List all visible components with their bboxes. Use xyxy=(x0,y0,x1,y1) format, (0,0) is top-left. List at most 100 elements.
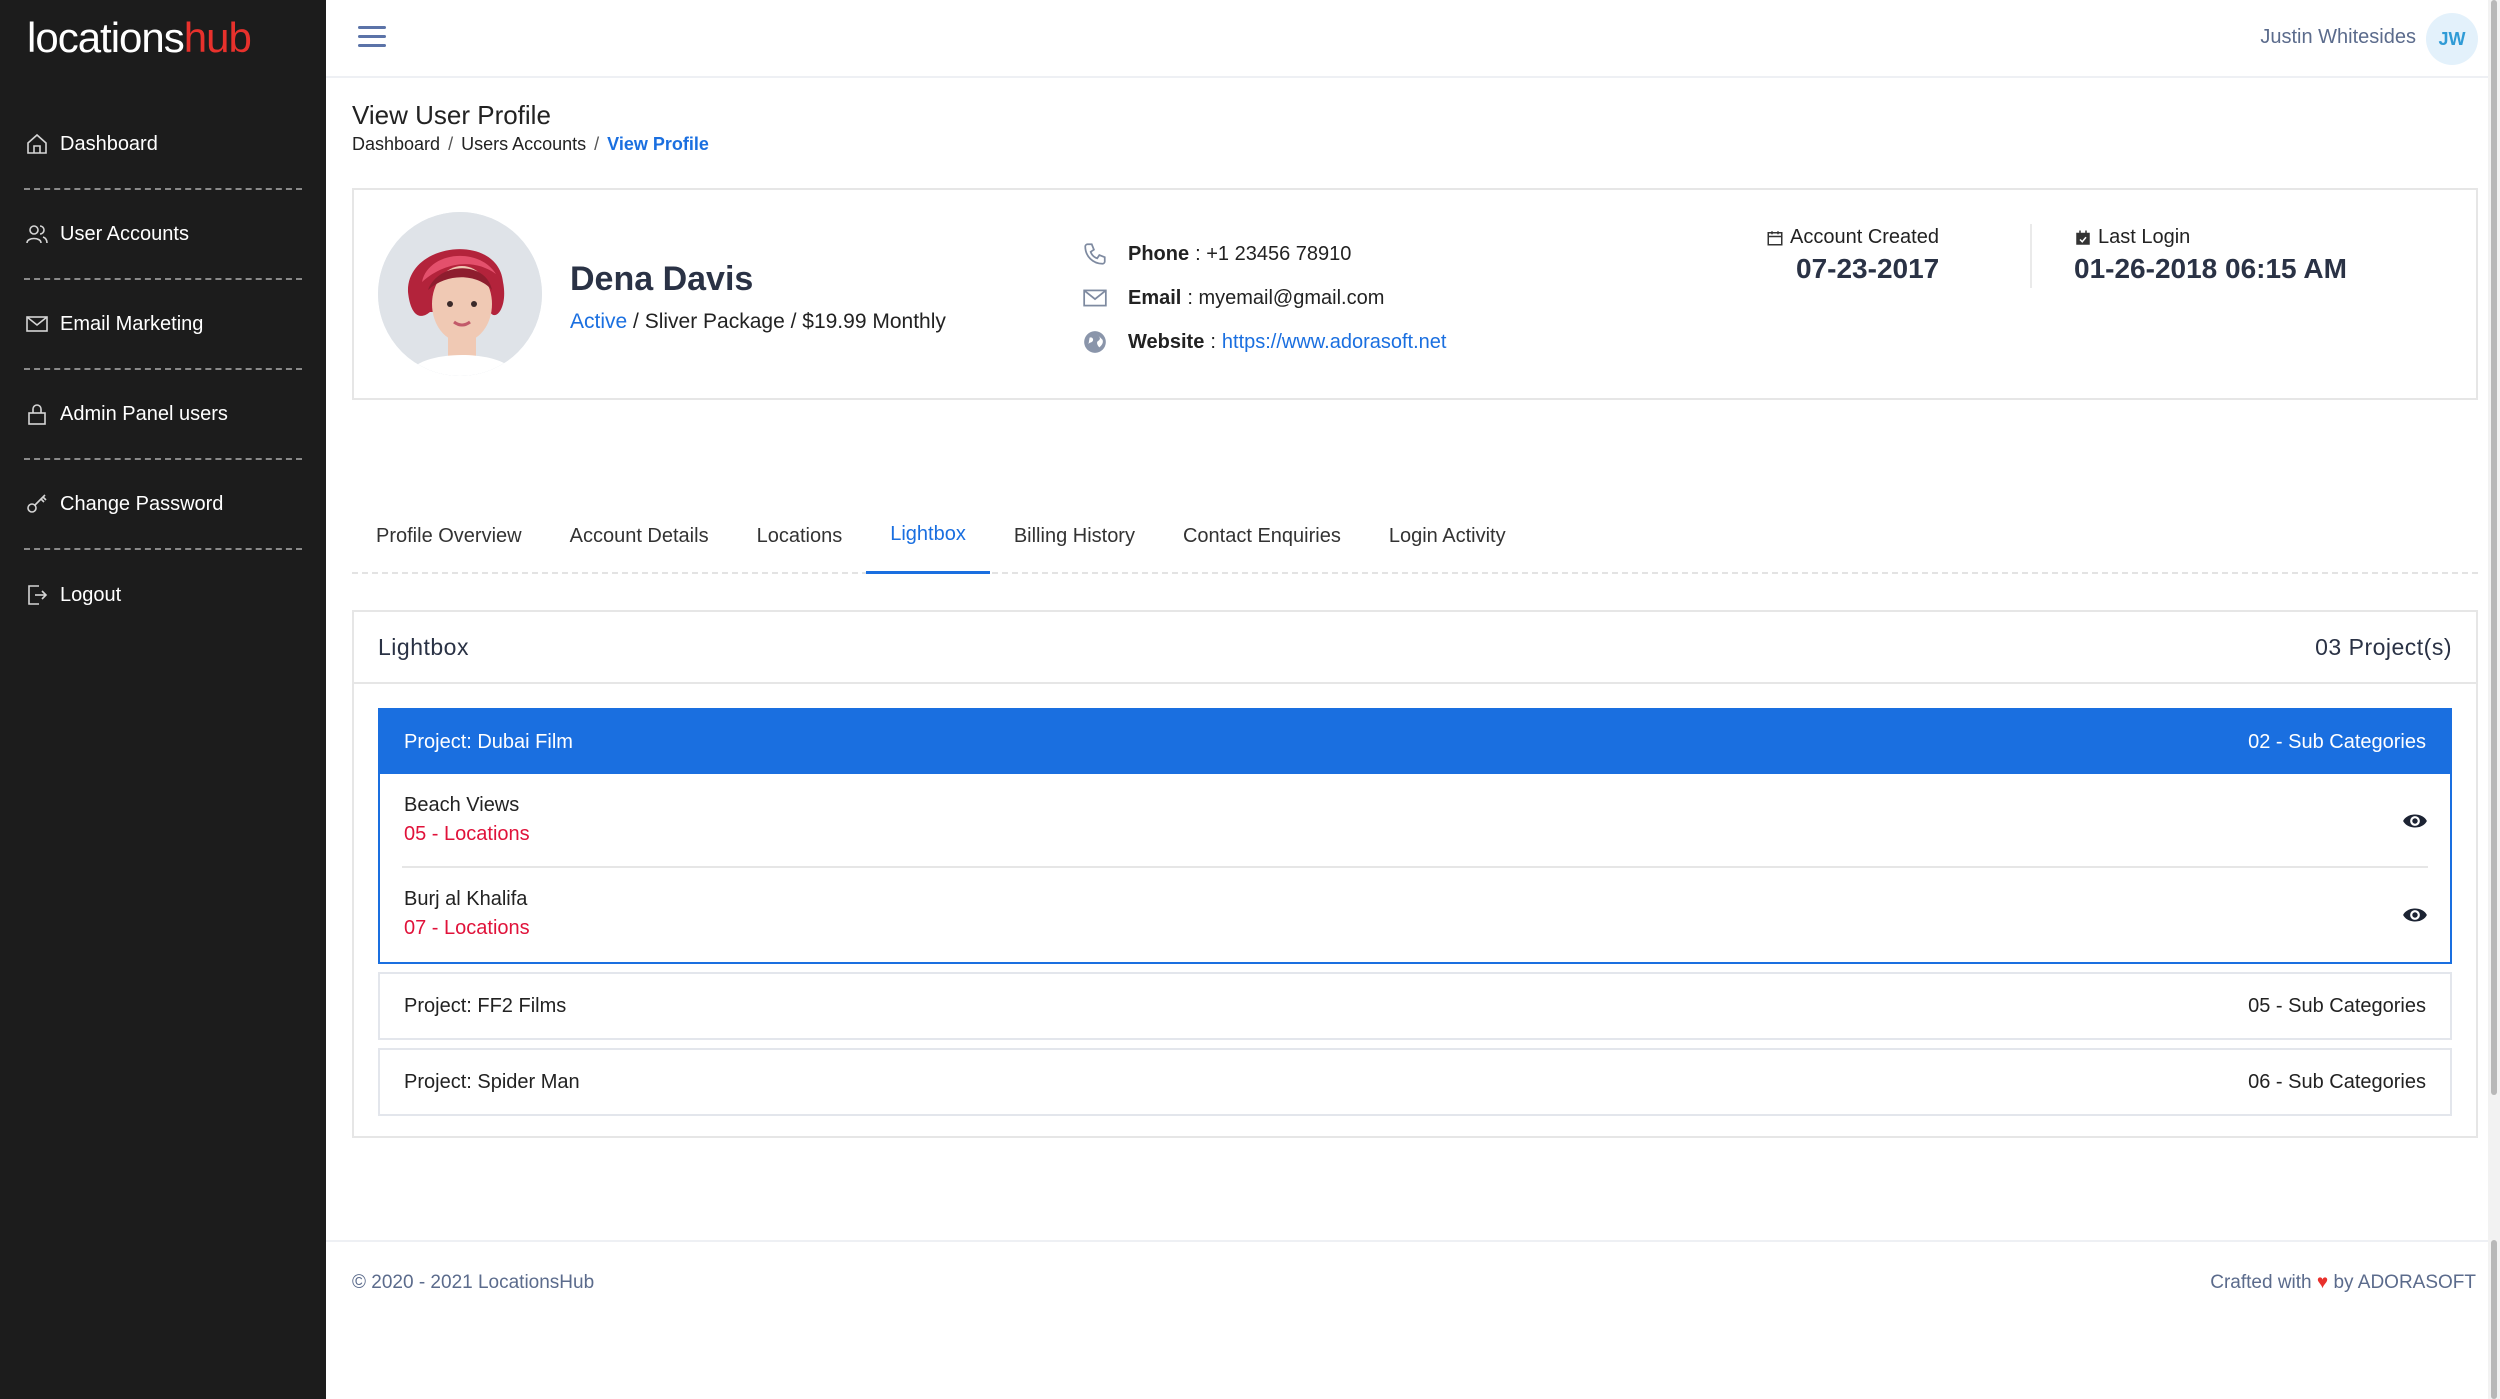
profile-name: Dena Davis xyxy=(570,260,754,298)
sidebar-item-user-accounts[interactable]: User Accounts xyxy=(24,190,302,280)
breadcrumb: Dashboard / Users Accounts / View Profil… xyxy=(352,134,709,155)
sidebar-item-admin-panel-users[interactable]: Admin Panel users xyxy=(24,370,302,460)
profile-subscription: Active / Sliver Package / $19.99 Monthly xyxy=(570,310,946,334)
sidebar-item-label: Email Marketing xyxy=(60,312,204,335)
heart-icon: ♥ xyxy=(2316,1272,2329,1293)
project-accordion-item: Project: FF2 Films 05 - Sub Categories xyxy=(378,972,2452,1040)
breadcrumb-separator: / xyxy=(594,134,600,154)
lock-icon xyxy=(24,401,50,427)
eye-icon[interactable] xyxy=(2402,808,2428,834)
logout-icon xyxy=(24,582,50,608)
sub-category-name: Beach Views xyxy=(404,794,520,816)
list-item: Burj al Khalifa 07 - Locations xyxy=(402,868,2428,962)
account-created-stat: Account Created 07-23-2017 xyxy=(1766,226,2026,285)
stat-divider xyxy=(2030,224,2032,288)
sidebar-item-label: Logout xyxy=(60,583,122,606)
website-link[interactable]: https://www.adorasoft.net xyxy=(1222,331,1447,354)
sidebar-item-label: Change Password xyxy=(60,492,224,515)
website-label: Website xyxy=(1128,330,1205,353)
project-header[interactable]: Project: Spider Man 06 - Sub Categories xyxy=(380,1050,2450,1114)
package-info: / Sliver Package / $19.99 Monthly xyxy=(633,310,946,333)
status-badge: Active xyxy=(570,310,628,333)
sidebar-item-email-marketing[interactable]: Email Marketing xyxy=(24,280,302,370)
project-name: Project: Spider Man xyxy=(404,1070,580,1093)
lightbox-header: Lightbox 03 Project(s) xyxy=(354,612,2476,684)
sidebar: locationshub Dashboard User Accounts Ema… xyxy=(0,0,326,1399)
profile-card: Dena Davis Active / Sliver Package / $19… xyxy=(352,188,2478,400)
sidebar-item-change-password[interactable]: Change Password xyxy=(24,460,302,550)
tab-locations[interactable]: Locations xyxy=(733,498,867,574)
tab-lightbox[interactable]: Lightbox xyxy=(866,498,990,574)
globe-icon xyxy=(1080,327,1110,357)
sidebar-item-label: Admin Panel users xyxy=(60,402,228,425)
last-login-label: Last Login xyxy=(2098,226,2191,248)
tab-account-details[interactable]: Account Details xyxy=(546,498,733,574)
website-row: Website : https://www.adorasoft.net xyxy=(1080,320,1446,364)
project-name: Project: FF2 Films xyxy=(404,994,567,1017)
sidebar-nav: Dashboard User Accounts Email Marketing … xyxy=(24,100,302,640)
sidebar-item-label: Dashboard xyxy=(60,132,158,155)
last-login-value: 01-26-2018 06:15 AM xyxy=(2074,253,2347,284)
scrollbar-thumb-lower[interactable] xyxy=(2491,1240,2497,1399)
sub-category-count: 02 - Sub Categories xyxy=(2248,730,2426,753)
profile-tabs: Profile Overview Account Details Locatio… xyxy=(352,498,2478,574)
page-title: View User Profile xyxy=(352,100,551,130)
scrollbar-thumb[interactable] xyxy=(2491,0,2497,1095)
sidebar-item-dashboard[interactable]: Dashboard xyxy=(24,100,302,190)
phone-value: : +1 23456 78910 xyxy=(1195,242,1352,265)
sub-category-count: 06 - Sub Categories xyxy=(2248,1070,2426,1093)
breadcrumb-view-profile: View Profile xyxy=(607,134,709,154)
account-created-value: 07-23-2017 xyxy=(1796,253,1940,284)
lightbox-title: Lightbox xyxy=(378,633,469,660)
phone-icon xyxy=(1080,239,1110,269)
home-icon xyxy=(24,131,50,157)
project-header[interactable]: Project: Dubai Film 02 - Sub Categories xyxy=(380,710,2450,774)
mail-icon xyxy=(24,311,50,337)
tab-profile-overview[interactable]: Profile Overview xyxy=(352,498,546,574)
key-icon xyxy=(24,491,50,517)
list-item: Beach Views 05 - Locations xyxy=(402,774,2428,868)
sidebar-item-logout[interactable]: Logout xyxy=(24,550,302,640)
sub-category-name: Burj al Khalifa xyxy=(404,888,528,910)
breadcrumb-separator: / xyxy=(448,134,454,154)
scrollbar[interactable] xyxy=(2488,0,2500,1399)
crafted-text: Crafted with xyxy=(2210,1272,2312,1293)
user-name[interactable]: Justin Whitesides xyxy=(2260,26,2416,49)
footer-credit: Crafted with ♥ by ADORASOFT xyxy=(2210,1272,2476,1294)
profile-photo xyxy=(378,212,542,376)
breadcrumb-users-accounts[interactable]: Users Accounts xyxy=(461,134,586,155)
phone-row: Phone : +1 23456 78910 xyxy=(1080,232,1446,276)
breadcrumb-dashboard[interactable]: Dashboard xyxy=(352,134,440,155)
users-icon xyxy=(24,221,50,247)
brand-logo[interactable]: locationshub xyxy=(27,14,252,62)
menu-toggle-icon[interactable] xyxy=(358,26,386,50)
copyright: © 2020 - 2021 LocationsHub xyxy=(352,1272,595,1293)
crafted-by[interactable]: by ADORASOFT xyxy=(2333,1272,2476,1293)
calendar-check-icon xyxy=(2076,230,2090,245)
lightbox-panel: Lightbox 03 Project(s) Project: Dubai Fi… xyxy=(352,610,2478,1138)
project-count: 03 Project(s) xyxy=(2315,633,2452,660)
topbar: Justin Whitesides JW xyxy=(326,0,2488,78)
account-created-label: Account Created xyxy=(1790,226,1939,248)
email-row: Email : myemail@gmail.com xyxy=(1080,276,1446,320)
avatar[interactable]: JW xyxy=(2426,13,2478,65)
tab-login-activity[interactable]: Login Activity xyxy=(1365,498,1530,574)
brand-logo-part1: locations xyxy=(27,14,185,61)
email-value: : myemail@gmail.com xyxy=(1187,286,1385,309)
sub-category-count: 05 - Sub Categories xyxy=(2248,994,2426,1017)
tab-billing-history[interactable]: Billing History xyxy=(990,498,1159,574)
project-header[interactable]: Project: FF2 Films 05 - Sub Categories xyxy=(380,974,2450,1038)
footer: © 2020 - 2021 LocationsHub Crafted with … xyxy=(326,1240,2488,1399)
project-name: Project: Dubai Film xyxy=(404,730,573,753)
email-label: Email xyxy=(1128,286,1182,309)
website-separator: : xyxy=(1210,330,1216,353)
brand-logo-part2: hub xyxy=(183,14,252,61)
project-accordion-item: Project: Spider Man 06 - Sub Categories xyxy=(378,1048,2452,1116)
phone-label: Phone xyxy=(1128,242,1190,265)
location-count[interactable]: 07 - Locations xyxy=(404,917,530,940)
tab-contact-enquiries[interactable]: Contact Enquiries xyxy=(1159,498,1365,574)
eye-icon[interactable] xyxy=(2402,902,2428,928)
project-accordion-item: Project: Dubai Film 02 - Sub Categories … xyxy=(378,708,2452,964)
location-count[interactable]: 05 - Locations xyxy=(404,823,530,846)
sidebar-item-label: User Accounts xyxy=(60,222,189,245)
